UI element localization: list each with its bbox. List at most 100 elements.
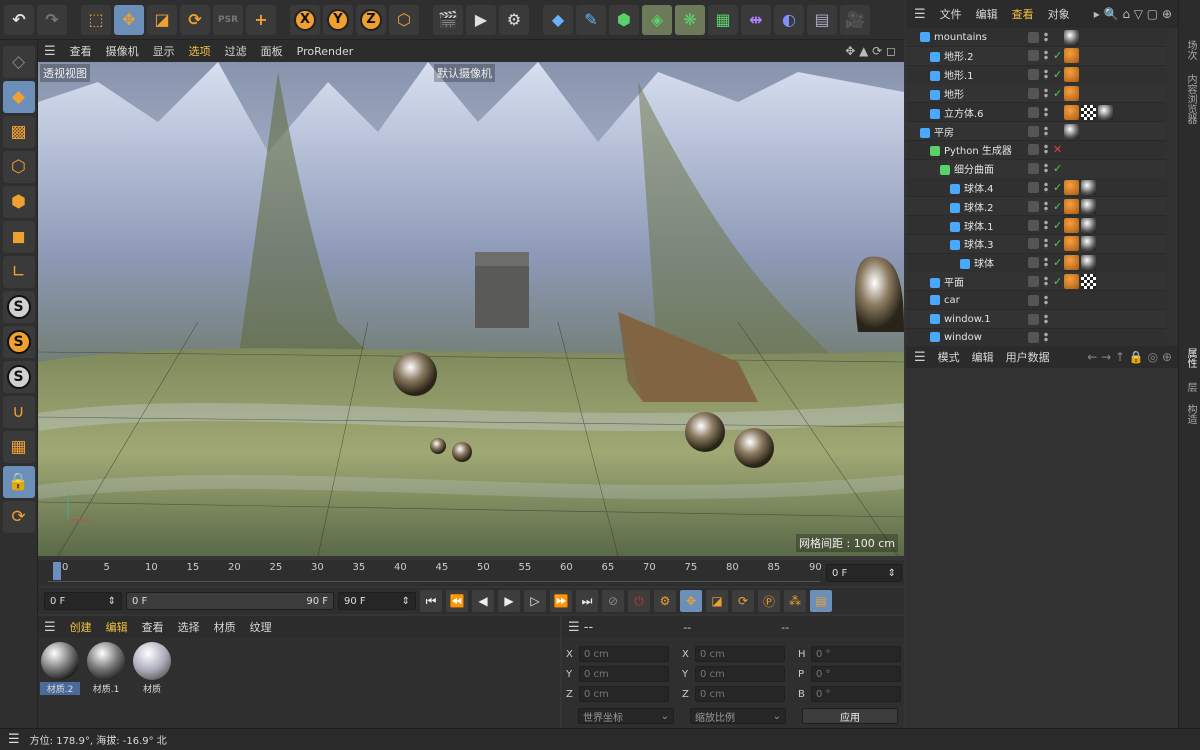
uvw-tag-icon[interactable] [1081,104,1096,120]
object-row[interactable]: 球体 ✓ [906,253,1166,273]
camera-label[interactable]: 默认摄像机 [434,64,495,82]
edges-mode-icon[interactable]: ⬢ [2,186,35,218]
undo-icon[interactable]: ↶ [4,4,34,35]
field-icon[interactable]: ◐ [774,4,804,35]
object-row[interactable]: mountains [906,28,1166,47]
viewport-menu-cameras[interactable]: 摄像机 [106,43,139,59]
move-tool-icon[interactable]: ✥ [114,4,144,35]
visibility-dots[interactable] [1043,106,1049,118]
object-row[interactable]: 平面 ✓ [906,272,1166,292]
enabled-check-icon[interactable]: ✓ [1053,162,1062,175]
record-icon[interactable]: ⊘ [602,590,624,612]
material-swatch[interactable]: 材质.2 [40,642,80,696]
phong-tag-icon[interactable] [1064,179,1079,195]
coord-value-field[interactable]: 0 cm [695,666,785,682]
enabled-check-icon[interactable]: ✓ [1053,87,1062,100]
phong-tag-icon[interactable] [1064,217,1079,233]
object-menu-object[interactable]: 对象 [1048,6,1070,22]
planar-workplane-icon[interactable]: ⟳ [2,501,35,533]
viewport-menu-view[interactable]: 查看 [70,43,92,59]
object-menu-icon[interactable]: ☰ [914,7,926,22]
visibility-dots[interactable] [1043,144,1049,156]
key-parameter-icon[interactable]: Ⓟ [758,590,780,612]
visibility-dots[interactable] [1043,31,1049,43]
attributes-menu-userdata[interactable]: 用户数据 [1006,349,1050,365]
material-tag-icon[interactable] [1081,198,1096,214]
enabled-check-icon[interactable]: ✓ [1053,256,1062,269]
go-to-end-icon[interactable]: ⏭ [576,590,598,612]
attributes-menu-edit[interactable]: 编辑 [972,349,994,365]
magnet-icon[interactable]: ∪ [2,396,35,428]
material-menu-texture[interactable]: 纹理 [250,619,272,635]
snap-icon[interactable]: S [2,291,35,323]
tab-content-browser[interactable]: 内容浏览器 [1183,74,1198,124]
visibility-dots[interactable] [1043,219,1049,231]
coord-value-field[interactable]: 0 ° [811,686,901,702]
layer-box[interactable] [1028,200,1039,212]
camera-icon[interactable]: 🎥 [840,4,870,35]
points-mode-icon[interactable]: ⬡ [2,151,35,183]
layer-box[interactable] [1028,106,1039,118]
phong-tag-icon[interactable] [1064,104,1079,120]
axis-mode-icon[interactable]: ∟ [2,256,35,288]
object-row[interactable]: Python 生成器 ✕ [906,140,1166,160]
object-row[interactable]: 球体.1 ✓ [906,216,1166,235]
tab-structure[interactable]: 构造 [1183,404,1198,424]
material-menu-material[interactable]: 材质 [214,619,236,635]
material-tag-icon[interactable] [1064,29,1079,45]
coord-value-field[interactable]: 0 cm [695,646,785,662]
next-key-icon[interactable]: ⏩ [550,590,572,612]
key-scale-icon[interactable]: ◪ [706,590,728,612]
visibility-dots[interactable] [1043,87,1049,99]
attributes-menu-icon[interactable]: ☰ [914,350,926,365]
workplane-icon[interactable]: ▦ [2,431,35,463]
phong-tag-icon[interactable] [1064,273,1079,289]
object-row[interactable]: 地形.2 ✓ [906,46,1166,66]
make-editable-icon[interactable]: ◇ [2,46,35,78]
tab-layers[interactable]: 层 [1183,382,1198,392]
material-tag-icon[interactable] [1098,104,1113,120]
status-menu-icon[interactable]: ☰ [8,732,20,747]
coord-value-field[interactable]: 0 cm [579,666,669,682]
cube-icon[interactable]: ◆ [543,4,573,35]
visibility-dots[interactable] [1043,332,1049,344]
layer-box[interactable] [1028,163,1039,175]
material-menu-icon[interactable]: ☰ [44,620,56,635]
object-row[interactable]: window [906,328,1166,346]
material-tag-icon[interactable] [1081,217,1096,233]
layer-box[interactable] [1028,181,1039,193]
play-icon[interactable]: ▶ [498,590,520,612]
rotate-tool-icon[interactable]: ⟳ [180,4,210,35]
layer-box[interactable] [1028,332,1039,344]
phong-tag-icon[interactable] [1064,255,1079,271]
layer-box[interactable] [1028,257,1039,269]
deformer-icon[interactable]: ⇹ [741,4,771,35]
timeline[interactable]: 0 5 10 15 20 25 30 35 40 45 50 55 60 65 70 75 80 85 90 0 F… [38,560,904,586]
visibility-dots[interactable] [1043,294,1049,306]
coord-menu-icon[interactable]: ☰ -- [568,620,593,635]
coord-value-field[interactable]: 0 cm [579,686,669,702]
render-view-icon[interactable]: 🎬 [433,4,463,35]
object-menu-view[interactable]: 查看 [1012,6,1034,22]
model-mode-icon[interactable]: ◆ [2,81,35,113]
viewport-menu-filter[interactable]: 过滤 [225,43,247,59]
viewport-menu-panel[interactable]: 面板 [261,43,283,59]
enabled-check-icon[interactable]: ✓ [1053,181,1062,194]
frame-range-slider[interactable]: 0 F 90 F [126,592,334,610]
scale-dropdown[interactable]: 缩放比例 ⌄ [690,708,786,724]
tab-takes[interactable]: 场次 [1183,40,1198,60]
timeline-ruler[interactable]: 0 5 10 15 20 25 30 35 40 45 50 55 60 65 70 75 80 85 90 [48,562,822,582]
visibility-dots[interactable] [1043,163,1049,175]
render-settings-icon[interactable]: ⚙ [499,4,529,35]
coord-value-field[interactable]: 0 cm [579,646,669,662]
viewport-menu-prorender[interactable]: ProRender [297,45,354,58]
layer-box[interactable] [1028,238,1039,250]
autokey-icon[interactable]: ⏻ [628,590,650,612]
object-row[interactable]: 球体.4 ✓ [906,178,1166,198]
material-menu-view[interactable]: 查看 [142,619,164,635]
viewport-nav-icons[interactable]: ✥ ▲ ⟳ ◻ [845,44,896,58]
world-coordinates-dropdown[interactable]: 世界坐标 ⌄ [578,708,674,724]
key-position-icon[interactable]: ✥ [680,590,702,612]
axis-x-button[interactable]: X [290,4,320,35]
coord-value-field[interactable]: 0 ° [811,646,901,662]
